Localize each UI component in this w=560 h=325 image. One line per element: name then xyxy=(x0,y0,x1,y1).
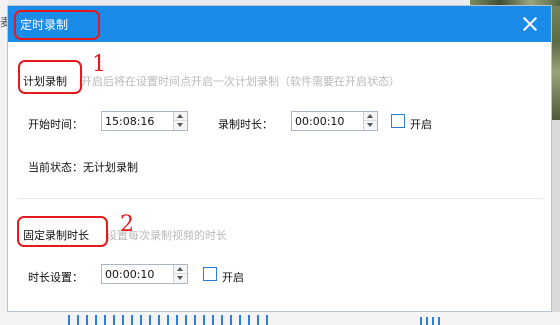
background-timeline-ticks-right xyxy=(420,317,440,325)
scheduled-recording-hint: 开启后将在设置时间点开启一次计划录制（软件需要在开启状态） xyxy=(81,75,400,88)
record-duration-input[interactable] xyxy=(295,113,355,129)
scheduled-enable-label: 开启 xyxy=(410,118,432,131)
record-duration-spinbox[interactable] xyxy=(291,111,378,131)
start-time-spinbox[interactable] xyxy=(101,111,188,131)
record-duration-down-arrow-icon[interactable] xyxy=(364,121,377,130)
duration-setting-up-arrow-icon[interactable] xyxy=(174,265,187,274)
scheduled-enable-checkbox[interactable] xyxy=(391,114,405,128)
duration-setting-input[interactable] xyxy=(105,266,165,282)
section-divider xyxy=(18,198,543,199)
start-time-up-arrow-icon[interactable] xyxy=(174,112,187,121)
annotation-box-fixed xyxy=(17,216,108,247)
annotation-number-1: 1 xyxy=(92,52,106,77)
close-icon[interactable] xyxy=(519,13,541,35)
duration-setting-down-arrow-icon[interactable] xyxy=(174,274,187,283)
annotation-box-scheduled xyxy=(18,60,82,94)
duration-setting-label: 时长设置： xyxy=(28,271,83,284)
fixed-enable-label: 开启 xyxy=(222,271,244,284)
start-time-down-arrow-icon[interactable] xyxy=(174,121,187,130)
start-time-spin-arrows xyxy=(173,112,187,130)
annotation-box-title xyxy=(14,10,100,40)
record-duration-up-arrow-icon[interactable] xyxy=(364,112,377,121)
annotation-number-2: 2 xyxy=(120,212,134,237)
fixed-enable-checkbox[interactable] xyxy=(203,267,217,281)
scheduled-recording-dialog: 定时录制 计划录制 开启后将在设置时间点开启一次计划录制（软件需要在开启状态） … xyxy=(7,5,552,312)
record-duration-spin-arrows xyxy=(363,112,377,130)
start-time-label: 开始时间： xyxy=(28,118,83,131)
background-timeline-ticks xyxy=(68,315,268,325)
duration-setting-spinbox[interactable] xyxy=(101,264,188,284)
background-video-thumbnail xyxy=(552,0,560,120)
duration-setting-spin-arrows xyxy=(173,265,187,283)
record-duration-label: 录制时长： xyxy=(218,118,273,131)
start-time-input[interactable] xyxy=(105,113,165,129)
current-status-text: 当前状态：无计划录制 xyxy=(28,161,138,174)
